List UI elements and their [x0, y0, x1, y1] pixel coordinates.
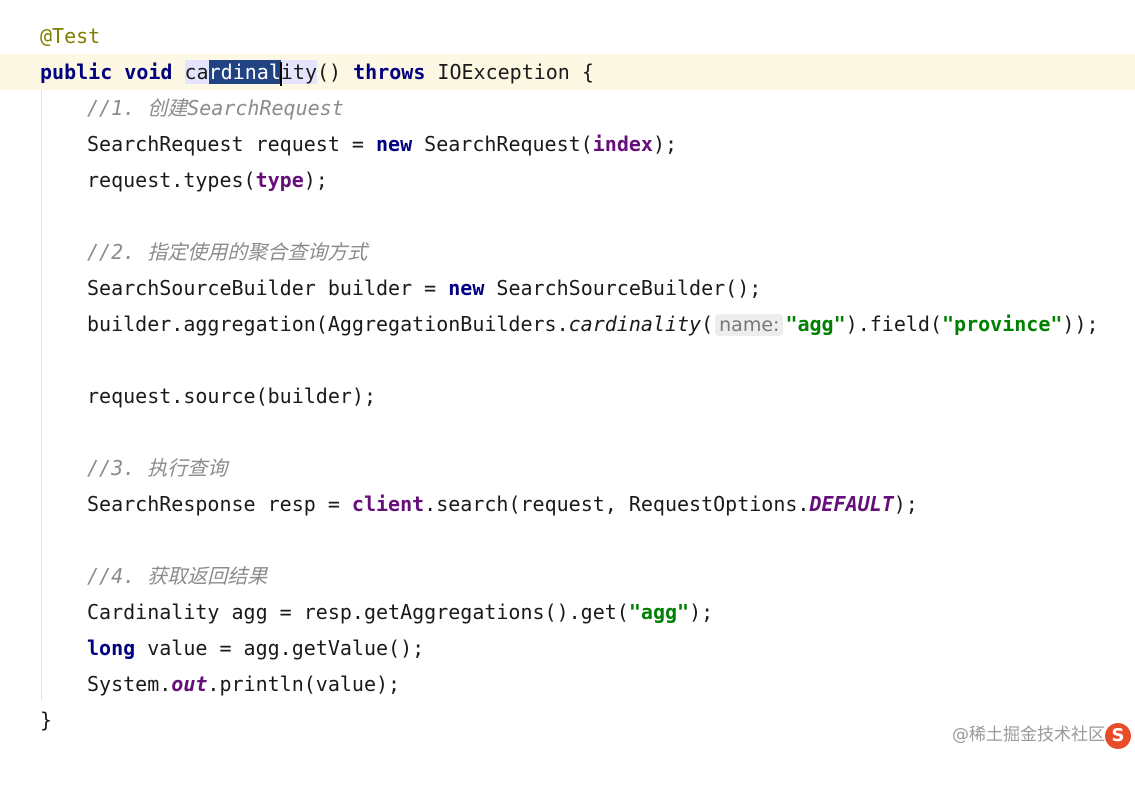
statement-search-request: SearchRequest request = new SearchReques… [87, 126, 677, 162]
method-name[interactable]: cardinality [184, 60, 317, 86]
comment-step-3: //3. 执行查询 [87, 456, 228, 480]
statement-value: long value = agg.getValue(); [87, 630, 424, 666]
statement-request-source: request.source(builder); [87, 384, 376, 408]
code-editor[interactable]: @Test public void cardinality() throws I… [0, 0, 1135, 761]
string-agg: "agg" [785, 312, 846, 336]
keyword-new: new [448, 276, 485, 300]
comment-step-2: //2. 指定使用的聚合查询方式 [87, 240, 368, 264]
field-type: type [255, 168, 304, 192]
keyword-public: public [40, 60, 113, 84]
method-signature: public void cardinality() throws IOExcep… [40, 54, 594, 90]
watermark-text: @稀土掘金技术社区 [952, 725, 1105, 745]
code-line-builder[interactable]: SearchSourceBuilder builder = new Search… [0, 270, 1135, 306]
statement-request-types: request.types(type); [87, 162, 328, 198]
juejin-logo-icon: S [1105, 723, 1131, 749]
keyword-throws: throws [353, 60, 426, 84]
code-text: builder.aggregation(AggregationBuilders. [87, 312, 569, 336]
code-text: ); [689, 600, 714, 624]
keyword-long: long [87, 636, 136, 660]
field-index: index [592, 132, 653, 156]
code-text: SearchRequest request = [87, 132, 376, 156]
code-line-request-source[interactable]: request.source(builder); [0, 378, 1135, 414]
statement-get-agg: Cardinality agg = resp.getAggregations()… [87, 594, 713, 630]
code-text: SearchSourceBuilder builder = [87, 276, 449, 300]
field-out: out [171, 672, 208, 696]
code-text: ).field( [845, 312, 942, 336]
code-text: value = agg.getValue(); [135, 636, 425, 660]
code-text: )); [1062, 312, 1099, 336]
method-name-prefix: ca [184, 60, 209, 84]
string-agg: "agg" [628, 600, 690, 624]
code-text: Cardinality agg = resp.getAggregations()… [87, 600, 629, 624]
method-name-suffix: ity [280, 60, 317, 84]
field-client: client [351, 492, 425, 516]
annotation-test: @Test [40, 24, 101, 48]
keyword-new: new [375, 132, 413, 156]
code-line-annotation[interactable]: @Test [0, 18, 1135, 54]
code-text: .println(value); [207, 672, 401, 696]
code-text: ( [701, 312, 714, 336]
code-line-comment-3[interactable]: //3. 执行查询 [0, 450, 1135, 486]
code-line-aggregation[interactable]: builder.aggregation(AggregationBuilders.… [0, 306, 1135, 342]
statement-aggregation: builder.aggregation(AggregationBuilders.… [87, 306, 1099, 343]
code-text: SearchRequest( [412, 132, 593, 156]
statement-println: System.out.println(value); [87, 666, 400, 702]
keyword-void: void [124, 60, 173, 84]
statement-search: SearchResponse resp = client.search(requ… [87, 486, 918, 522]
code-text: ); [893, 492, 918, 516]
method-cardinality: cardinality [568, 312, 702, 336]
code-line-search-request[interactable]: SearchRequest request = new SearchReques… [0, 126, 1135, 162]
code-line-value[interactable]: long value = agg.getValue(); [0, 630, 1135, 666]
code-text: System. [87, 672, 172, 696]
code-line-comment-4[interactable]: //4. 获取返回结果 [0, 558, 1135, 594]
statement-builder: SearchSourceBuilder builder = new Search… [87, 270, 761, 306]
code-line-get-agg[interactable]: Cardinality agg = resp.getAggregations()… [0, 594, 1135, 630]
code-line-println[interactable]: System.out.println(value); [0, 666, 1135, 702]
code-text: .search(request, RequestOptions. [424, 492, 810, 516]
constant-default: DEFAULT [809, 492, 894, 516]
code-text: SearchSourceBuilder(); [484, 276, 762, 300]
code-text: ); [303, 168, 328, 192]
code-line-method-signature[interactable]: public void cardinality() throws IOExcep… [0, 54, 1135, 90]
code-line-request-types[interactable]: request.types(type); [0, 162, 1135, 198]
code-line-search[interactable]: SearchResponse resp = client.search(requ… [0, 486, 1135, 522]
code-text: request.types( [87, 168, 256, 192]
parameter-hint: name: [715, 314, 784, 336]
code-line-comment-2[interactable]: //2. 指定使用的聚合查询方式 [0, 234, 1135, 270]
selected-text: rdinal [208, 60, 281, 84]
comment-step-1: //1. 创建SearchRequest [87, 96, 344, 120]
code-text: ); [652, 132, 678, 156]
comment-step-4: //4. 获取返回结果 [87, 564, 268, 588]
method-parens: () [316, 60, 354, 84]
code-line-comment-1[interactable]: //1. 创建SearchRequest [0, 90, 1135, 126]
string-province: "province" [941, 312, 1063, 336]
closing-brace: } [40, 708, 53, 732]
exception-type: IOException { [425, 60, 594, 84]
code-text: SearchResponse resp = [87, 492, 352, 516]
